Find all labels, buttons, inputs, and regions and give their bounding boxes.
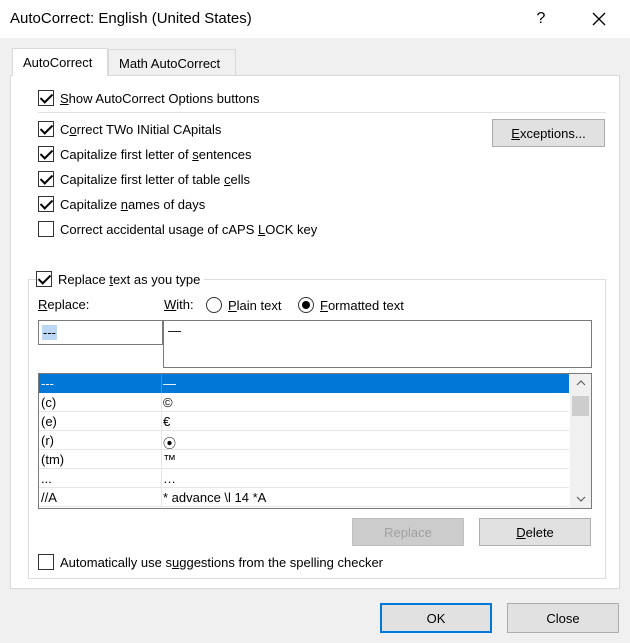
ok-button[interactable]: OK — [380, 603, 492, 633]
replace-as-you-type-option[interactable]: Replace text as you type — [36, 271, 205, 287]
delete-button-label: Delete — [516, 524, 554, 540]
list-item[interactable]: //A * advance \l 14 *A — [39, 488, 569, 507]
help-icon: ? — [536, 10, 546, 27]
close-button[interactable]: Close — [507, 603, 619, 633]
replace-button[interactable]: Replace — [352, 518, 464, 546]
ok-button-label: OK — [426, 610, 446, 626]
window-title: AutoCorrect: English (United States) — [10, 10, 252, 27]
capitalize-table-cells-option[interactable]: Capitalize first letter of table cells — [38, 171, 250, 187]
capitalize-sentences-checkbox[interactable] — [38, 146, 54, 162]
help-button[interactable]: ? — [524, 4, 558, 34]
title-bar: AutoCorrect: English (United States) ? — [0, 0, 630, 38]
capitalize-table-cells-label: Capitalize first letter of table cells — [60, 171, 251, 187]
correct-two-initials-label: Correct TWo INitial CApitals — [60, 121, 222, 137]
capitalize-sentences-option[interactable]: Capitalize first letter of sentences — [38, 146, 251, 162]
scroll-thumb[interactable] — [572, 396, 589, 416]
formatted-text-label: Formatted text — [320, 297, 404, 313]
capitalize-table-cells-checkbox[interactable] — [38, 171, 54, 187]
replace-input-value: --- — [42, 325, 57, 340]
chevron-up-icon — [576, 380, 585, 386]
list-item[interactable]: --- — — [39, 374, 569, 393]
caps-lock-option[interactable]: Correct accidental usage of cAPS LOCK ke… — [38, 221, 317, 237]
scroll-down-button[interactable] — [570, 490, 591, 508]
plain-text-label: Plain text — [228, 297, 282, 313]
show-autocorrect-buttons-label: Show AutoCorrect Options buttons — [60, 90, 260, 106]
capitalize-days-option[interactable]: Capitalize names of days — [38, 196, 205, 212]
formatted-text-option[interactable]: Formatted text — [298, 297, 404, 313]
plain-text-radio[interactable] — [206, 297, 222, 313]
capitalize-days-checkbox[interactable] — [38, 196, 54, 212]
plain-text-option[interactable]: Plain text — [206, 297, 281, 313]
autocorrect-entries-list[interactable]: --- — (c) © (e) € (r) ⦿ (tm) ™ ...… //A * adva… — [38, 373, 592, 509]
replace-as-you-type-label: Replace text as you type — [58, 271, 201, 287]
spelling-suggestions-checkbox[interactable] — [38, 554, 54, 570]
caps-lock-checkbox[interactable] — [38, 221, 54, 237]
close-button-label: Close — [546, 610, 580, 626]
with-input[interactable]: — — [163, 320, 592, 368]
list-item[interactable]: (e) € — [39, 412, 569, 431]
tab-autocorrect-label: AutoCorrect — [23, 55, 93, 70]
list-item[interactable]: ...… — [39, 469, 569, 488]
replace-as-you-type-checkbox[interactable] — [36, 271, 52, 287]
correct-two-initials-checkbox[interactable] — [38, 121, 54, 137]
tab-math-autocorrect-label: Math AutoCorrect — [119, 56, 221, 71]
capitalize-days-label: Capitalize names of days — [60, 196, 206, 212]
chevron-down-icon — [576, 496, 585, 502]
caps-lock-label: Correct accidental usage of cAPS LOCK ke… — [60, 221, 318, 237]
delete-button[interactable]: Delete — [479, 518, 591, 546]
separator — [38, 112, 606, 113]
show-autocorrect-buttons-checkbox[interactable] — [38, 90, 54, 106]
show-autocorrect-buttons-option[interactable]: Show AutoCorrect Options buttons — [38, 90, 259, 106]
with-input-value: — — [168, 323, 181, 338]
replace-button-label: Replace — [384, 524, 432, 540]
replace-label: Replace: — [38, 297, 90, 312]
spelling-suggestions-label: Automatically use suggestions from the s… — [60, 554, 384, 570]
with-label: With: — [164, 297, 194, 312]
replace-input[interactable]: --- — [38, 320, 163, 345]
list-item[interactable]: (c) © — [39, 393, 569, 412]
spelling-suggestions-option[interactable]: Automatically use suggestions from the s… — [38, 554, 383, 570]
close-icon — [592, 12, 606, 26]
list-scrollbar[interactable] — [570, 374, 591, 508]
tab-math-autocorrect[interactable]: Math AutoCorrect — [108, 49, 236, 76]
exceptions-button[interactable]: Exceptions... — [492, 119, 605, 147]
exceptions-button-label: Exceptions... — [511, 125, 586, 141]
close-window-button[interactable] — [582, 4, 616, 34]
scroll-up-button[interactable] — [570, 374, 591, 392]
capitalize-sentences-label: Capitalize first letter of sentences — [60, 146, 252, 162]
correct-two-initials-option[interactable]: Correct TWo INitial CApitals — [38, 121, 221, 137]
list-item[interactable]: (tm) ™ — [39, 450, 569, 469]
tab-autocorrect[interactable]: AutoCorrect — [12, 48, 108, 76]
list-item[interactable]: (r) ⦿ — [39, 431, 569, 451]
formatted-text-radio[interactable] — [298, 297, 314, 313]
